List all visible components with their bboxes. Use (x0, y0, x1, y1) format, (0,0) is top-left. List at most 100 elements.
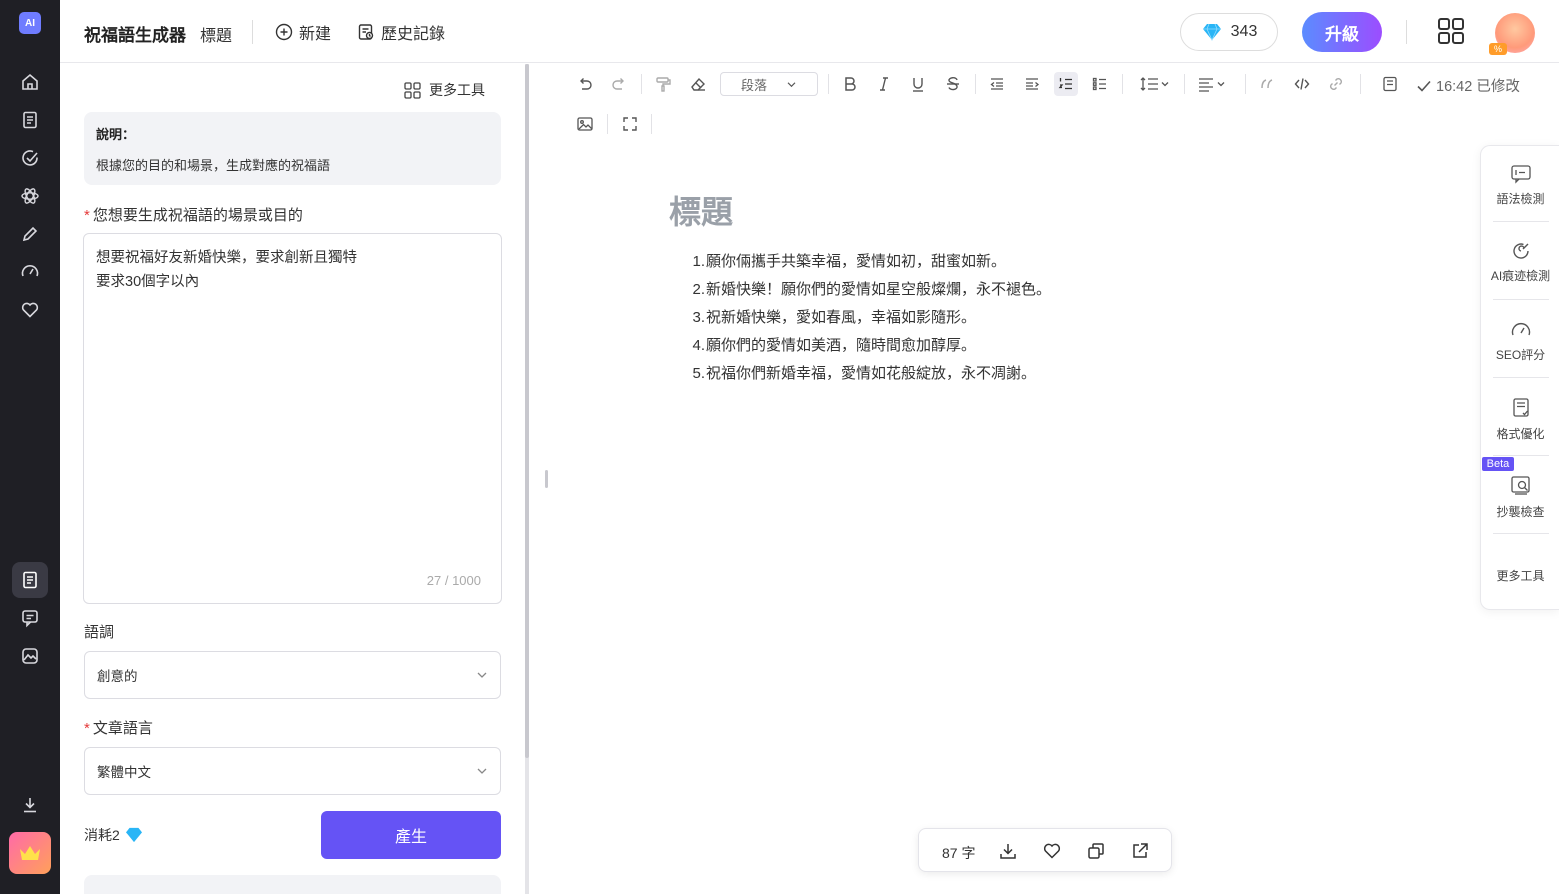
ai-detect-button[interactable]: AI痕迹檢測 (1481, 241, 1559, 284)
bold-icon[interactable] (838, 72, 862, 96)
toolbar-divider (1122, 74, 1123, 94)
upgrade-button[interactable]: 升級 (1302, 12, 1382, 52)
description-title: 說明： (96, 127, 136, 142)
scrollbar-thumb[interactable] (525, 64, 529, 758)
gem-balance[interactable]: 343 (1180, 13, 1278, 51)
underline-icon[interactable] (906, 72, 930, 96)
ai-detect-label: AI痕迹檢測 (1490, 269, 1551, 283)
home-icon[interactable] (18, 70, 42, 94)
list-item-number: 3. (692, 309, 705, 326)
plagiarism-check-button[interactable]: 抄襲檢查 (1481, 475, 1559, 520)
writing-tool-icon[interactable] (12, 562, 48, 598)
more-tools-button[interactable]: 更多工具 (404, 80, 485, 100)
apps-grid-icon[interactable] (1437, 17, 1465, 45)
code-icon[interactable] (1290, 72, 1314, 96)
scene-text-line-1: 想要祝福好友新婚快樂，要求創新且獨特 (96, 250, 357, 266)
grammar-check-button[interactable]: 語法檢測 (1481, 164, 1559, 207)
list-item[interactable]: 3.祝新婚快樂，愛如春風，幸福如影隨形。 (686, 304, 1051, 332)
tool-divider (1493, 377, 1549, 378)
char-counter: 27 / 1000 (426, 573, 481, 588)
download-icon[interactable] (996, 839, 1020, 863)
new-button[interactable]: 新建 (275, 20, 331, 44)
document-title-tab[interactable]: 標題 (200, 22, 232, 46)
quote-icon[interactable] (1255, 72, 1279, 96)
list-item-text: 願你們的愛情如美酒，隨時間愈加醇厚。 (706, 337, 977, 354)
format-optimize-label: 格式優化 (1496, 427, 1545, 441)
list-item[interactable]: 2.新婚快樂！願你們的愛情如星空般燦爛，永不褪色。 (686, 276, 1051, 304)
atom-icon[interactable] (18, 184, 42, 208)
italic-icon[interactable] (872, 72, 896, 96)
share-export-icon[interactable] (1128, 839, 1152, 863)
chevron-down-icon (477, 672, 487, 678)
paragraph-style-select[interactable]: 段落 (720, 72, 818, 96)
heart-icon[interactable] (18, 298, 42, 322)
save-icon[interactable] (1378, 72, 1402, 96)
tone-value: 創意的 (97, 669, 138, 684)
outdent-icon[interactable] (985, 72, 1009, 96)
list-item[interactable]: 1.願你倆攜手共築幸福，愛情如初，甜蜜如新。 (686, 248, 1051, 276)
insert-image-icon[interactable] (573, 112, 597, 136)
fullscreen-icon[interactable] (618, 112, 642, 136)
grammar-check-label: 語法檢測 (1496, 192, 1545, 206)
document-heading[interactable]: 標題 (669, 187, 733, 233)
gem-count: 343 (1230, 23, 1258, 40)
language-value: 繁體中文 (97, 765, 151, 780)
copy-icon[interactable] (1084, 839, 1108, 863)
generator-form-panel: 更多工具 說明： 根據您的目的和場景，生成對應的祝福語 * 您想要生成祝福語的場景… (60, 64, 529, 894)
list-item[interactable]: 5.祝福你們新婚幸福，愛情如花般綻放，永不凋謝。 (686, 360, 1051, 388)
panel-scrollbar[interactable] (525, 64, 529, 894)
scene-textarea[interactable]: 想要祝福好友新婚快樂，要求創新且獨特 要求30個字以內 27 / 1000 (83, 233, 502, 604)
format-optimize-button[interactable]: 格式優化 (1481, 397, 1559, 442)
panel-bottom-card (84, 875, 501, 894)
image-gen-icon[interactable] (18, 644, 42, 668)
favorite-heart-icon[interactable] (1040, 839, 1064, 863)
line-height-icon[interactable] (1138, 72, 1174, 96)
redo-icon[interactable] (607, 72, 631, 96)
checkmark-icon (1417, 80, 1431, 92)
language-select[interactable]: 繁體中文 (84, 747, 501, 795)
format-painter-icon[interactable] (651, 72, 675, 96)
app-logo[interactable]: AI (19, 12, 41, 34)
check-circle-icon[interactable] (18, 146, 42, 170)
download-app-icon[interactable] (18, 793, 42, 817)
more-tools-side-label: 更多工具 (1496, 569, 1545, 583)
top-header: 祝福語生成器 標題 新建 歷史記錄 343 升級 % (60, 0, 1559, 63)
generate-button[interactable]: 產生 (321, 811, 501, 859)
scene-text-line-2: 要求30個字以內 (96, 274, 200, 290)
list-item[interactable]: 4.願你們的愛情如美酒，隨時間愈加醇厚。 (686, 332, 1051, 360)
chat-icon[interactable] (18, 606, 42, 630)
user-avatar[interactable]: % (1489, 13, 1535, 55)
more-tools-side-button[interactable]: 更多工具 (1481, 567, 1559, 584)
ordered-list-icon[interactable] (1054, 72, 1078, 96)
tone-select[interactable]: 創意的 (84, 651, 501, 699)
generated-list[interactable]: 1.願你倆攜手共築幸福，愛情如初，甜蜜如新。 2.新婚快樂！願你們的愛情如星空般… (686, 248, 1051, 388)
tone-label: 語調 (84, 624, 115, 641)
language-label-text: 文章語言 (92, 720, 153, 737)
language-label: * 文章語言 (84, 717, 153, 738)
list-item-number: 2. (692, 281, 705, 298)
history-button[interactable]: 歷史記錄 (357, 20, 445, 44)
save-status-text: 16:42 已修改 (1436, 79, 1520, 95)
premium-crown-icon[interactable] (9, 832, 51, 874)
cost-label: 消耗2 (84, 827, 120, 843)
document-icon[interactable] (18, 108, 42, 132)
document-action-bar: 87 字 (918, 828, 1172, 872)
indent-icon[interactable] (1020, 72, 1044, 96)
gauge-icon[interactable] (18, 260, 42, 284)
list-item-number: 5. (692, 365, 705, 382)
required-mark: * (84, 720, 90, 737)
list-item-text: 新婚快樂！願你們的愛情如星空般燦爛，永不褪色。 (706, 281, 1052, 298)
eraser-icon[interactable] (686, 72, 710, 96)
link-icon[interactable] (1324, 72, 1348, 96)
undo-icon[interactable] (573, 72, 597, 96)
left-nav-rail: AI (0, 0, 60, 894)
header-divider-right (1406, 20, 1407, 44)
seo-score-button[interactable]: SEO評分 (1481, 320, 1559, 363)
diamond-icon (125, 827, 142, 843)
strikethrough-icon[interactable] (941, 72, 965, 96)
align-icon[interactable] (1195, 72, 1231, 96)
panel-resize-handle[interactable] (545, 470, 548, 488)
pencil-icon[interactable] (18, 222, 42, 246)
list-item-text: 願你倆攜手共築幸福，愛情如初，甜蜜如新。 (706, 253, 1007, 270)
bullet-list-icon[interactable] (1088, 72, 1112, 96)
